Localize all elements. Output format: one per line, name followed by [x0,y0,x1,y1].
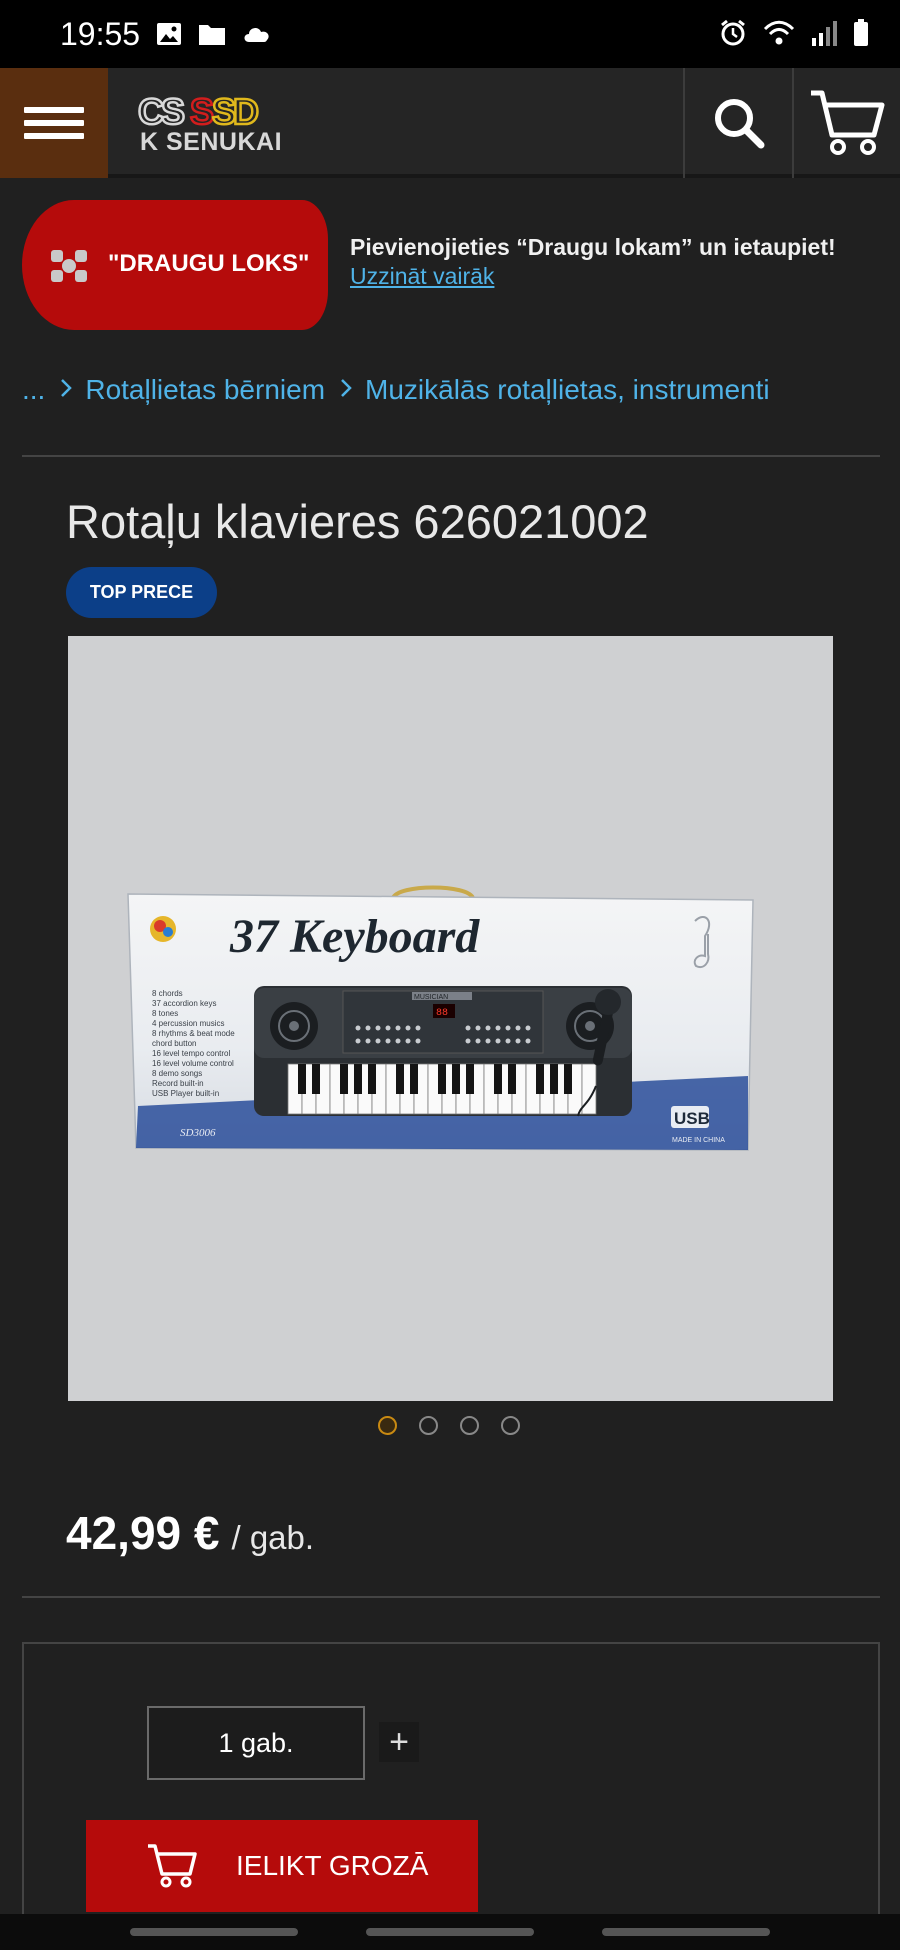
svg-text:8 rhythms & beat mode: 8 rhythms & beat mode [152,1029,235,1038]
logo-mark: CS S SD [137,90,263,134]
box-heading: 37 Keyboard [229,910,480,963]
carousel-dot-3[interactable] [460,1416,479,1435]
svg-text:4 percussion musics: 4 percussion musics [152,1019,224,1028]
menu-button[interactable] [0,68,108,178]
status-bar: 19:55 [0,0,900,68]
svg-text:8 demo songs: 8 demo songs [152,1069,202,1078]
hamburger-icon [24,100,84,146]
svg-text:USB Player built-in: USB Player built-in [152,1089,219,1098]
signal-icon [812,21,837,46]
svg-text:Record built-in: Record built-in [152,1079,204,1088]
promo-badge-label: "DRAUGU LOKS" [108,250,310,277]
product-image[interactable]: 37 Keyboard 8 chords 37 accordion keys 8… [68,636,833,1401]
breadcrumb-ellipsis[interactable]: ... [22,374,45,406]
nav-home-button[interactable] [366,1928,534,1936]
svg-text:chord button: chord button [152,1039,196,1048]
battery-icon [854,19,868,46]
add-to-cart-label: IELIKT GROZĀ [236,1850,429,1881]
svg-text:8 tones: 8 tones [152,1009,178,1018]
draugu-loks-badge[interactable]: "DRAUGU LOKS" [22,200,328,330]
status-left-icons [155,20,273,48]
quantity-input[interactable]: 1 gab. [147,1706,365,1780]
system-nav-bar [0,1914,900,1950]
price-unit: / gab. [231,1519,315,1556]
friends-circle-icon [51,250,87,282]
site-logo[interactable]: CS S SD K SENUKAI [137,90,288,156]
svg-text:37 accordion keys: 37 accordion keys [152,999,216,1008]
cart-icon [148,1844,197,1888]
status-time: 19:55 [60,16,141,52]
breadcrumb: ... Rotaļlietas bērniem Muzikālās rotaļl… [22,374,770,406]
svg-text:S: S [190,94,213,128]
box-model: SD3006 [180,1127,216,1139]
search-button[interactable] [685,68,792,178]
logo-brand: K SENUKAI [140,128,283,156]
quantity-increase-button[interactable]: + [379,1722,419,1762]
nav-recent-button[interactable] [130,1928,298,1936]
add-to-cart-button[interactable]: IELIKT GROZĀ [86,1820,478,1912]
carousel-dot-1[interactable] [378,1416,397,1435]
chevron-right-icon [59,374,73,406]
wifi-icon [763,20,795,45]
chevron-right-icon [339,374,353,406]
nav-back-button[interactable] [602,1928,770,1936]
svg-text:16 level volume control: 16 level volume control [152,1059,234,1068]
loyalty-promo-banner: "DRAUGU LOKS" Pievienojieties “Draugu lo… [22,200,878,330]
promo-text: Pievienojieties “Draugu lokam” un ietaup… [350,234,836,260]
divider [22,1596,880,1598]
breadcrumb-item-toys[interactable]: Rotaļlietas bērniem [85,374,325,406]
keyboard-box-illustration: 37 Keyboard 8 chords 37 accordion keys 8… [127,885,754,1151]
purchase-box: 1 gab. + IELIKT GROZĀ [22,1642,880,1950]
price-amount: 42,99 € [66,1507,220,1559]
breadcrumb-item-musical-toys[interactable]: Muzikālās rotaļlietas, instrumenti [365,374,770,406]
svg-text:16 level tempo control: 16 level tempo control [152,1049,230,1058]
search-icon [714,99,764,149]
alarm-icon [721,19,745,46]
box-usb-label: USB [674,1109,710,1128]
box-made-in: MADE IN CHINA [672,1137,725,1144]
divider [22,455,880,457]
box-musician-label: MUSICIAN [414,994,448,1001]
product-title: Rotaļu klavieres 626021002 [66,495,649,548]
cart-button[interactable] [794,68,900,178]
cart-icon [811,90,885,155]
cloud-icon [244,28,269,42]
product-price: 42,99 € / gab. [66,1506,314,1560]
image-icon [157,23,181,45]
status-right-icons [718,18,870,48]
svg-text:CS: CS [138,94,184,128]
carousel-dot-2[interactable] [419,1416,438,1435]
learn-more-link[interactable]: Uzzināt vairāk [350,263,494,290]
svg-text:8 chords: 8 chords [152,989,183,998]
svg-text:SD: SD [212,94,258,128]
carousel-dot-4[interactable] [501,1416,520,1435]
folder-icon [199,25,225,45]
svg-text:88: 88 [436,1008,448,1019]
image-carousel-dots [378,1416,520,1435]
top-price-badge: TOP PRECE [66,567,217,618]
site-header: CS S SD K SENUKAI [0,68,900,178]
